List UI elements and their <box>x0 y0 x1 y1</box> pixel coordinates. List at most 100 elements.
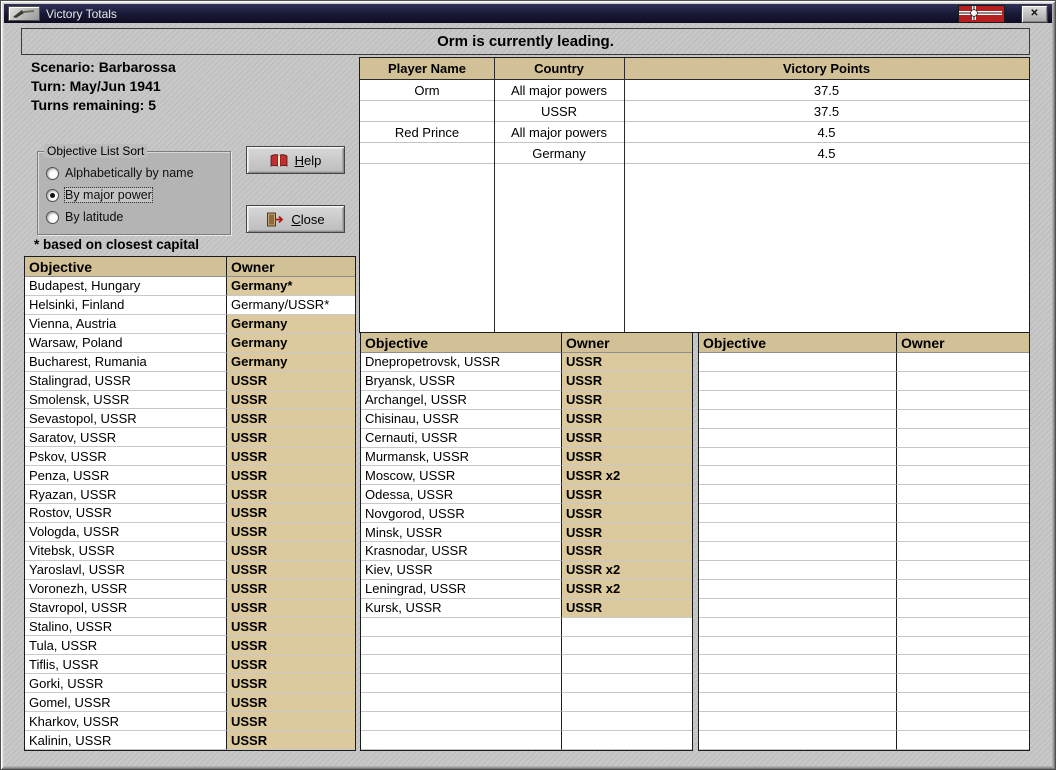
owner-cell: USSR <box>227 522 355 542</box>
sort-option-1[interactable]: By major power <box>38 184 230 206</box>
player-row: USSR 37.5 <box>360 101 1029 122</box>
owner-cell <box>897 523 1029 543</box>
objective-list-sort-legend: Objective List Sort <box>44 144 148 158</box>
radio-selected-icon[interactable] <box>46 188 59 202</box>
player-name-header: Player Name <box>387 61 467 76</box>
help-button-label: Help <box>294 152 322 168</box>
objective-cell: Vologda, USSR <box>25 522 227 542</box>
objective-cell: Saratov, USSR <box>25 428 227 448</box>
owner-cell: USSR <box>562 428 692 448</box>
german-ensign-flag-icon <box>958 4 1005 23</box>
sort-option-2[interactable]: By latitude <box>38 206 230 228</box>
objective-cell: Archangel, USSR <box>361 390 562 410</box>
owner-cell: USSR <box>227 731 355 750</box>
owner-cell: USSR <box>227 485 355 505</box>
players-table: Player Name Country Victory Points Orm Al… <box>359 57 1030 333</box>
capital-footnote: * based on closest capital <box>34 237 200 252</box>
objectives-table-left: Objective Owner Budapest, Hungary Germany… <box>24 256 356 751</box>
help-button[interactable]: Help <box>246 146 345 174</box>
objective-cell: Dnepropetrovsk, USSR <box>361 353 562 372</box>
leader-banner-text: Orm is currently leading. <box>437 33 614 50</box>
objective-cell <box>699 447 897 467</box>
objective-cell <box>361 712 562 732</box>
objective-cell: Budapest, Hungary <box>25 277 227 296</box>
owner-cell: USSR <box>227 579 355 599</box>
owner-cell: Germany <box>227 352 355 372</box>
objective-cell: Kiev, USSR <box>361 560 562 580</box>
close-icon: ✕ <box>1030 8 1039 19</box>
owner-cell: USSR <box>562 598 692 618</box>
victory-points-cell: 4.5 <box>624 122 1029 143</box>
radio-icon[interactable] <box>46 166 59 180</box>
victory-points-cell: 37.5 <box>624 80 1029 101</box>
player-row: Red Prince All major powers 4.5 <box>360 122 1029 143</box>
owner-cell: USSR <box>562 523 692 543</box>
country-cell: Germany <box>494 143 624 164</box>
owner-cell <box>897 636 1029 656</box>
objective-cell <box>699 560 897 580</box>
owner-cell: USSR <box>227 598 355 618</box>
objective-cell <box>699 466 897 486</box>
objective-cell: Sevastopol, USSR <box>25 409 227 429</box>
objective-column-header: Objective <box>25 257 227 277</box>
objective-cell: Kalinin, USSR <box>25 731 227 750</box>
owner-cell: USSR <box>562 447 692 467</box>
players-column-divider-1 <box>494 58 495 332</box>
owner-cell: USSR x2 <box>562 466 692 486</box>
owner-cell: USSR <box>227 466 355 486</box>
owner-cell <box>562 674 692 694</box>
owner-cell: USSR <box>227 712 355 732</box>
objective-cell: Krasnodar, USSR <box>361 542 562 561</box>
objective-cell <box>699 353 897 372</box>
player-row: Orm All major powers 37.5 <box>360 80 1029 101</box>
objective-cell: Moscow, USSR <box>361 466 562 486</box>
objectives-table-middle: Objective Owner Dnepropetrovsk, USSR USSR… <box>360 332 693 751</box>
owner-cell: USSR x2 <box>562 560 692 580</box>
owner-cell: Germany/USSR* <box>227 295 355 315</box>
owner-cell: USSR <box>227 428 355 448</box>
owner-cell: USSR <box>227 541 355 561</box>
owner-cell <box>897 617 1029 637</box>
country-cell: All major powers <box>494 122 624 143</box>
objective-cell <box>699 712 897 732</box>
owner-cell <box>897 409 1029 429</box>
owner-cell: USSR <box>227 617 355 637</box>
sort-option-label: Alphabetically by name <box>65 166 194 180</box>
owner-cell <box>897 655 1029 675</box>
objective-cell: Vienna, Austria <box>25 314 227 334</box>
owner-cell <box>897 579 1029 599</box>
objective-cell: Odessa, USSR <box>361 485 562 505</box>
player-name-cell: Orm <box>360 80 494 101</box>
objective-cell <box>699 542 897 561</box>
owner-cell: USSR <box>227 504 355 523</box>
titlebar-close-button[interactable]: ✕ <box>1021 4 1048 23</box>
owner-cell: USSR <box>227 447 355 467</box>
player-name-cell: Red Prince <box>360 122 494 143</box>
owner-cell: USSR <box>562 353 692 372</box>
owner-cell: USSR x2 <box>562 579 692 599</box>
system-menu-icon[interactable] <box>8 6 40 21</box>
owner-cell: USSR <box>227 636 355 656</box>
objective-cell: Gorki, USSR <box>25 674 227 694</box>
title-bar[interactable]: Victory Totals ✕ <box>4 4 1052 23</box>
objective-cell: Vitebsk, USSR <box>25 541 227 561</box>
owner-cell <box>897 542 1029 561</box>
owner-cell <box>897 428 1029 448</box>
country-cell: All major powers <box>494 80 624 101</box>
owner-cell <box>897 371 1029 391</box>
objective-cell <box>699 409 897 429</box>
objective-cell <box>699 636 897 656</box>
owner-cell <box>897 560 1029 580</box>
objective-cell <box>699 655 897 675</box>
owner-cell <box>897 466 1029 486</box>
objective-cell <box>699 693 897 713</box>
objectives-table-right: Objective Owner <box>698 332 1030 751</box>
objective-cell: Yaroslavl, USSR <box>25 560 227 580</box>
owner-cell <box>562 693 692 713</box>
sort-option-0[interactable]: Alphabetically by name <box>38 162 230 184</box>
close-button[interactable]: Close <box>246 205 345 233</box>
owner-cell <box>897 390 1029 410</box>
objective-cell <box>361 617 562 637</box>
radio-icon[interactable] <box>46 210 59 224</box>
owner-column-header: Owner <box>562 333 692 353</box>
